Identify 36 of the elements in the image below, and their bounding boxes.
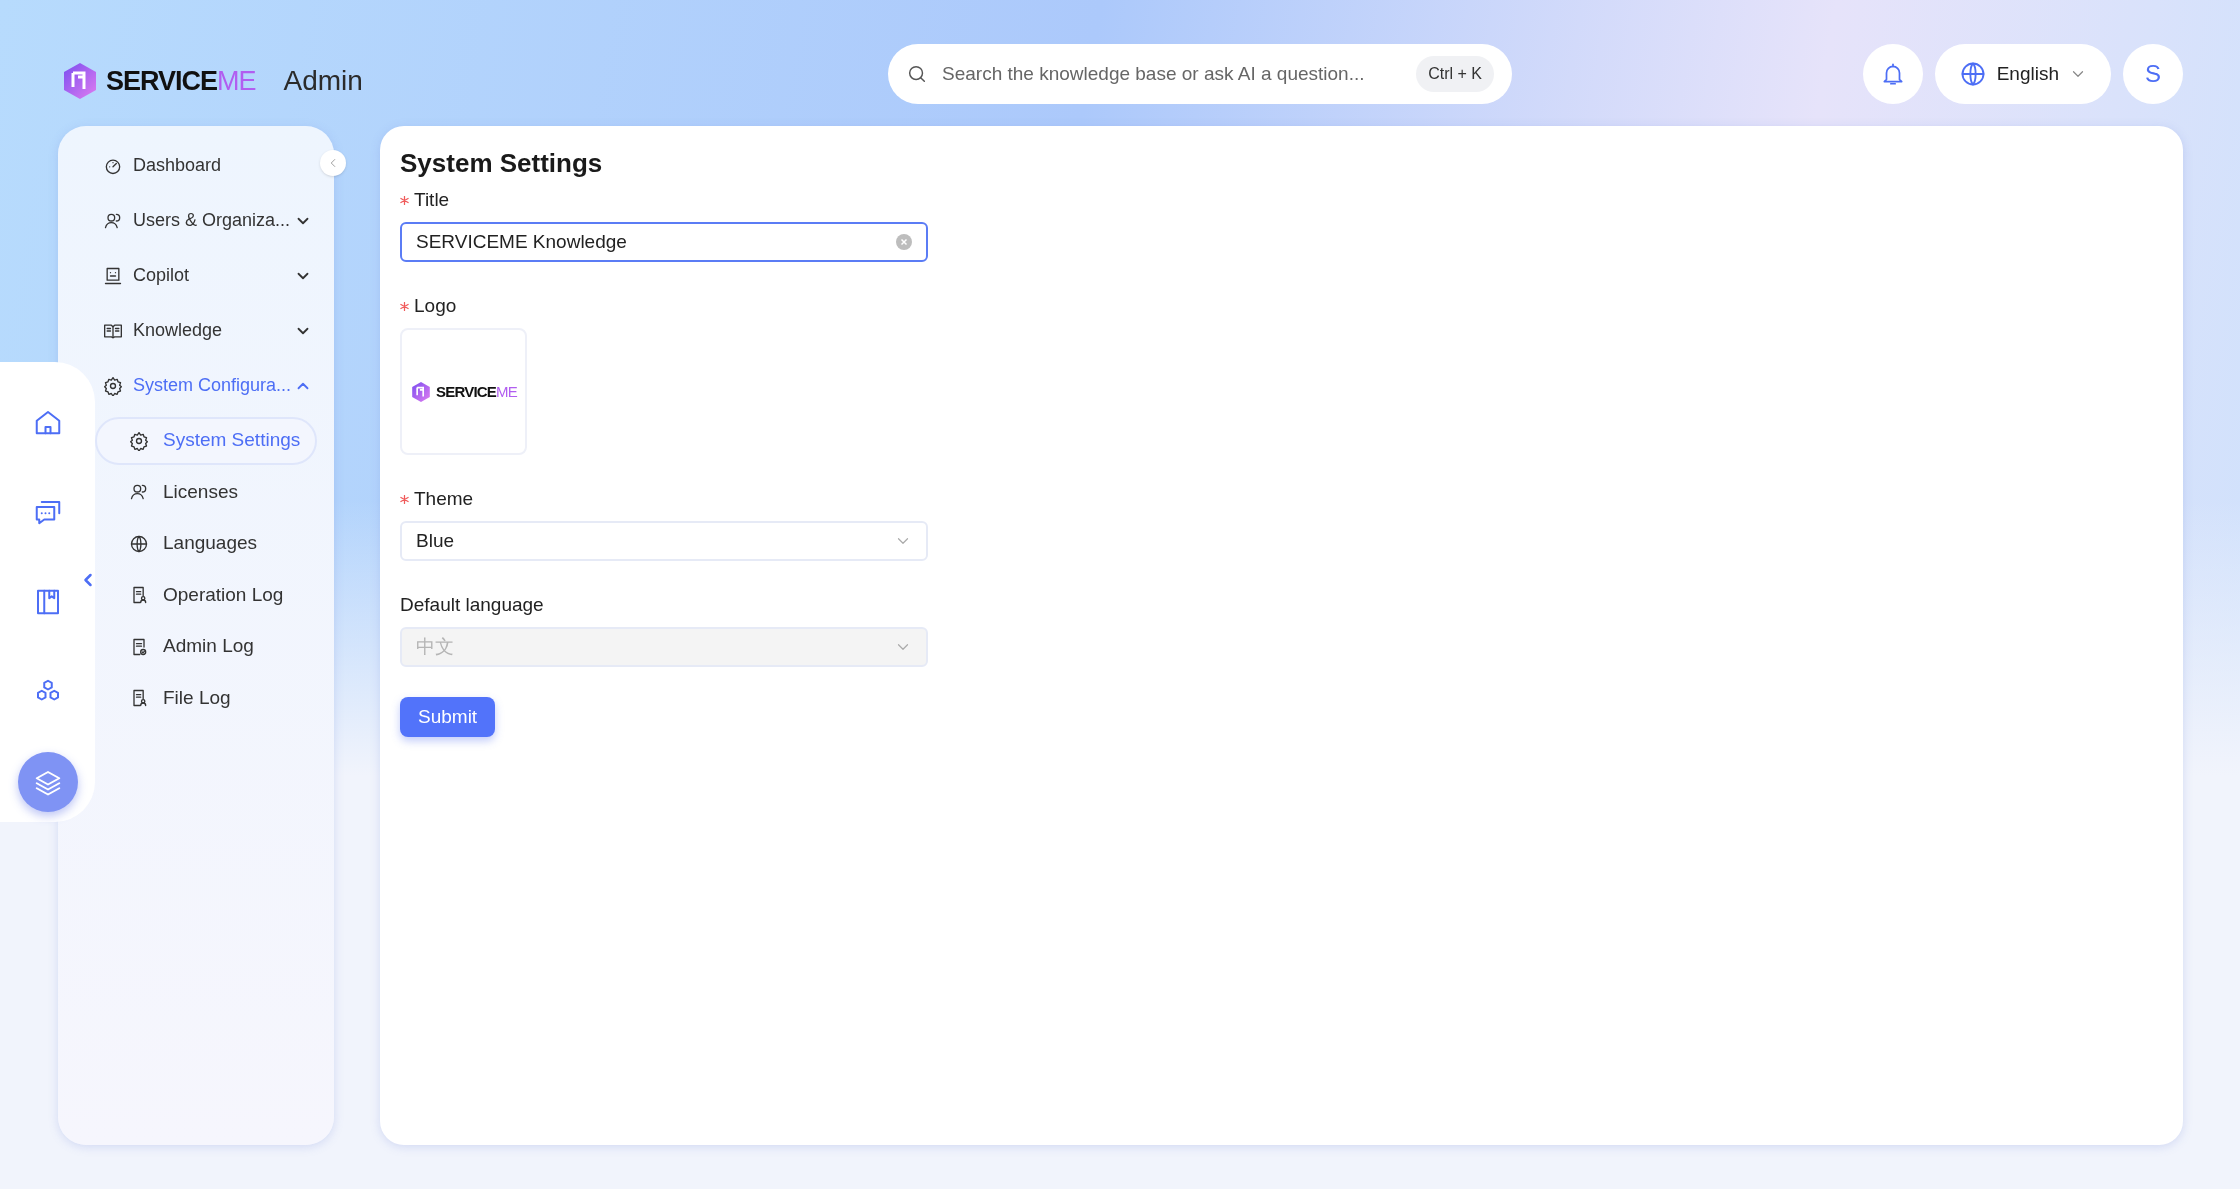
submit-button[interactable]: Submit (400, 697, 496, 737)
sidebar-subitem[interactable]: File Log (95, 674, 317, 722)
field-label: Default language (400, 592, 544, 617)
sidebar-subitem[interactable]: Licenses (95, 468, 317, 516)
title-input[interactable]: SERVICEME Knowledge (400, 222, 928, 262)
sidebar-item[interactable]: Knowledge (96, 303, 316, 358)
language-button[interactable]: English (1934, 44, 2111, 104)
sidebar-item[interactable]: Copilot (96, 248, 316, 303)
field-label: Theme (414, 486, 474, 511)
user-avatar[interactable]: S (2123, 44, 2183, 104)
sidebar-subitem[interactable]: Operation Log (95, 571, 317, 619)
logo-upload[interactable]: SERVICEME (400, 328, 527, 455)
shortcut-hint: Ctrl + K (1416, 56, 1494, 92)
search-placeholder: Search the knowledge base or ask AI a question... (942, 61, 1366, 86)
sidebar-subitem[interactable]: Admin Log (95, 622, 317, 671)
sidebar-item[interactable]: Users & Organiza... (96, 193, 316, 248)
settings-icon (103, 375, 123, 396)
field-label: Logo (414, 293, 457, 318)
globe-icon (129, 533, 149, 554)
select-field[interactable]: Blue (400, 521, 928, 561)
search-icon (906, 63, 928, 85)
logo-icon (410, 380, 433, 403)
sidebar-item[interactable]: Dashboard (96, 138, 316, 193)
brand-wordmark: SERVICEME (106, 67, 256, 95)
sidebar-item[interactable]: System Configura... (96, 358, 316, 413)
brand-wordmark: SERVICEME (436, 384, 517, 399)
page-title: System Settings (400, 147, 604, 180)
app-title: Admin (283, 64, 363, 98)
users-icon (129, 482, 149, 502)
search-field[interactable]: Search the knowledge base or ask AI a question... Ctrl + K (888, 44, 1512, 104)
settings-icon (129, 430, 149, 451)
rail-button[interactable] (17, 752, 78, 812)
sidebar-subitem[interactable]: Languages (95, 519, 317, 568)
field-label: Title (414, 187, 450, 212)
monitor-icon (103, 265, 123, 286)
sidebar-subitem[interactable]: System Settings (95, 416, 317, 465)
